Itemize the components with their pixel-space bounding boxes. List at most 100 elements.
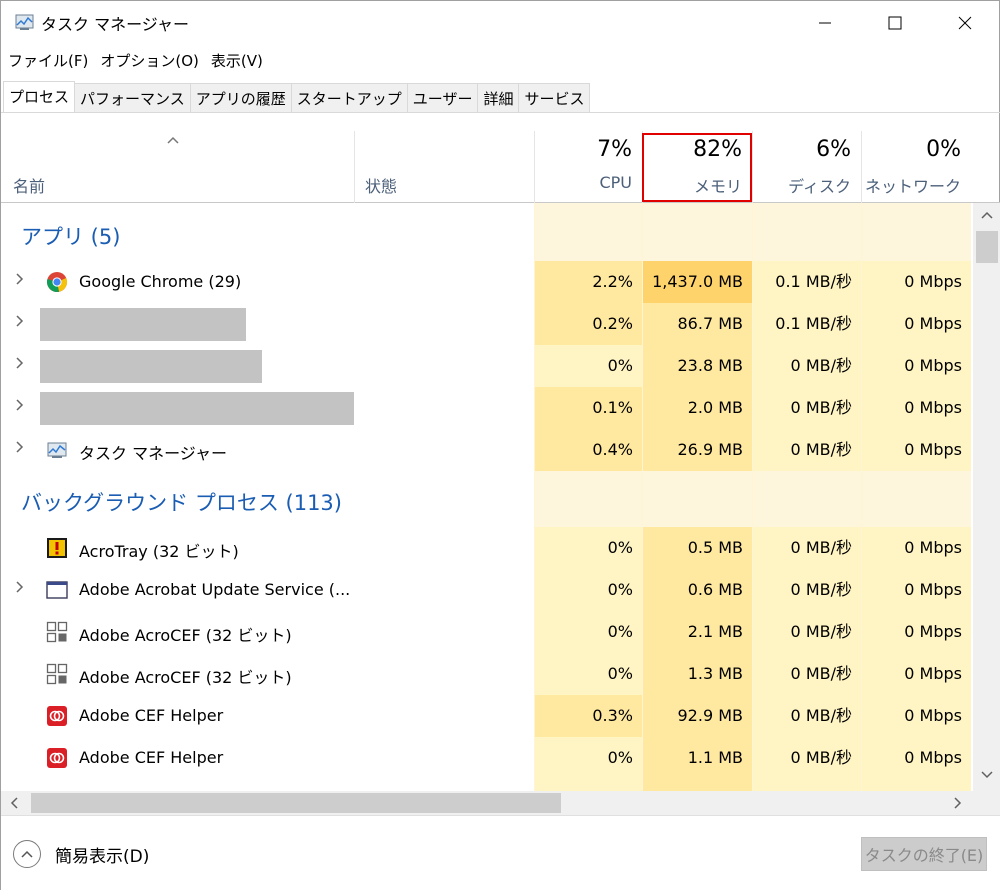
cpu-cell: 0% — [534, 611, 642, 653]
cpu-cell: 0% — [534, 527, 642, 569]
memory-cell: 1.1 MB — [642, 737, 752, 779]
network-cell: 0 Mbps — [861, 303, 971, 345]
scroll-down-icon[interactable] — [981, 769, 993, 783]
tab-app-history[interactable]: アプリの履歴 — [190, 83, 292, 113]
network-cell: 0 Mbps — [861, 611, 971, 653]
cpu-cell: 0% — [534, 345, 642, 387]
network-cell: 0 Mbps — [861, 261, 971, 303]
chevron-right-icon[interactable] — [15, 272, 25, 290]
chevron-right-icon[interactable] — [15, 314, 25, 332]
header-disk-pct: 6% — [816, 137, 851, 162]
memory-cell: 1.3 MB — [642, 653, 752, 695]
header-disk-label: ディスク — [788, 177, 851, 196]
header-network[interactable]: 0% ネットワーク — [861, 131, 971, 203]
process-name: Google Chrome (29) — [79, 272, 242, 291]
table-row[interactable]: 0.1% 2.0 MB 0 MB/秒 0 Mbps — [1, 387, 973, 429]
scroll-left-icon[interactable] — [9, 797, 19, 812]
header-cpu-pct: 7% — [597, 137, 632, 162]
chevron-right-icon[interactable] — [15, 580, 25, 598]
task-manager-icon — [46, 439, 68, 461]
vertical-scroll-thumb[interactable] — [976, 231, 998, 263]
tab-processes[interactable]: プロセス — [3, 81, 76, 113]
group-title-background: バックグラウンド プロセス (113) — [21, 491, 342, 515]
disk-cell: 0 MB/秒 — [752, 429, 861, 471]
disk-cell: 0 MB/秒 — [752, 611, 861, 653]
scroll-up-icon[interactable] — [981, 209, 993, 223]
network-cell: 0 Mbps — [861, 429, 971, 471]
disk-cell: 0 MB/秒 — [752, 345, 861, 387]
footer: 簡易表示(D) タスクの終了(E) — [1, 815, 1000, 890]
fewer-details-label: 簡易表示(D) — [55, 846, 150, 867]
adobe-cc-icon — [46, 747, 68, 769]
disk-cell: 0 MB/秒 — [752, 695, 861, 737]
tab-details[interactable]: 詳細 — [478, 83, 520, 113]
network-cell: 0 Mbps — [861, 695, 971, 737]
tab-users[interactable]: ユーザー — [407, 83, 479, 113]
scroll-right-icon[interactable] — [953, 797, 963, 812]
close-button[interactable] — [931, 1, 999, 45]
vertical-scrollbar[interactable] — [973, 203, 1000, 791]
memory-cell: 86.7 MB — [642, 303, 752, 345]
chevron-right-icon[interactable] — [15, 398, 25, 416]
acrocef-icon — [46, 621, 68, 643]
network-cell: 0 Mbps — [861, 387, 971, 429]
process-name: Adobe Acrobat Update Service (... — [79, 580, 351, 599]
cpu-cell: 0.4% — [534, 429, 642, 471]
table-row[interactable]: Adobe AcroCEF (32 ビット) 0% 1.3 MB 0 MB/秒 … — [1, 653, 973, 695]
header-disk[interactable]: 6% ディスク — [752, 131, 861, 203]
chrome-icon — [46, 271, 68, 293]
sort-arrow-icon — [166, 133, 180, 149]
disk-cell: 0.1 MB/秒 — [752, 303, 861, 345]
adobe-cc-icon — [46, 705, 68, 727]
tab-performance[interactable]: パフォーマンス — [75, 83, 191, 113]
maximize-button[interactable] — [861, 1, 929, 45]
header-cpu-label: CPU — [599, 173, 632, 192]
end-task-button[interactable]: タスクの終了(E) — [861, 837, 987, 871]
table-row[interactable]: Adobe AcroCEF (32 ビット) 0% 2.1 MB 0 MB/秒 … — [1, 611, 973, 653]
horizontal-scroll-thumb[interactable] — [31, 793, 561, 813]
horizontal-scrollbar[interactable] — [1, 791, 973, 815]
table-row[interactable]: Adobe Acrobat Update Service (... 0% 0.6… — [1, 569, 973, 611]
chevron-right-icon[interactable] — [15, 356, 25, 374]
memory-cell: 0.5 MB — [642, 527, 752, 569]
process-name: Adobe AcroCEF (32 ビット) — [79, 668, 292, 687]
scrollbar-corner — [973, 791, 1000, 815]
service-window-icon — [46, 579, 68, 601]
menu-options[interactable]: オプション(O) — [93, 49, 204, 73]
disk-cell: 0 MB/秒 — [752, 387, 861, 429]
tab-startup[interactable]: スタートアップ — [291, 83, 408, 113]
table-row[interactable]: 0% 23.8 MB 0 MB/秒 0 Mbps — [1, 345, 973, 387]
table-row[interactable]: Adobe CEF Helper 0.3% 92.9 MB 0 MB/秒 0 M… — [1, 695, 973, 737]
process-list: アプリ (5) Google Chrome (29) 2.2% 1,437.0 … — [1, 203, 973, 791]
table-row[interactable]: Google Chrome (29) 2.2% 1,437.0 MB 0.1 M… — [1, 261, 973, 303]
minimize-button[interactable] — [791, 1, 859, 45]
header-cpu[interactable]: 7% CPU — [534, 131, 642, 203]
cpu-cell: 0.2% — [534, 303, 642, 345]
cpu-cell: 0% — [534, 653, 642, 695]
process-name: Adobe CEF Helper — [79, 706, 224, 725]
menu-file[interactable]: ファイル(F) — [1, 49, 93, 73]
acrocef-icon — [46, 663, 68, 685]
table-row[interactable]: タスク マネージャー 0.4% 26.9 MB 0 MB/秒 0 Mbps — [1, 429, 973, 471]
disk-cell: 0 MB/秒 — [752, 653, 861, 695]
network-cell: 0 Mbps — [861, 737, 971, 779]
redacted-name — [40, 350, 262, 383]
menu-view[interactable]: 表示(V) — [204, 49, 268, 73]
tab-services[interactable]: サービス — [519, 83, 591, 113]
memory-cell: 26.9 MB — [642, 429, 752, 471]
network-cell: 0 Mbps — [861, 569, 971, 611]
chevron-right-icon[interactable] — [15, 440, 25, 458]
header-status-col[interactable]: 状態 — [354, 131, 534, 203]
disk-cell: 0 MB/秒 — [752, 569, 861, 611]
table-row[interactable]: 0.2% 86.7 MB 0.1 MB/秒 0 Mbps — [1, 303, 973, 345]
header-name[interactable]: 名前 — [13, 173, 45, 197]
network-cell: 0 Mbps — [861, 527, 971, 569]
cpu-cell: 0% — [534, 737, 642, 779]
title-bar[interactable]: タスク マネージャー — [1, 1, 1000, 45]
table-row[interactable]: Adobe CEF Helper 0% 1.1 MB 0 MB/秒 0 Mbps — [1, 737, 973, 779]
fewer-details-button[interactable]: 簡易表示(D) — [13, 840, 149, 868]
table-row[interactable]: AcroTray (32 ビット) 0% 0.5 MB 0 MB/秒 0 Mbp… — [1, 527, 973, 569]
redacted-name — [40, 308, 246, 341]
network-cell: 0 Mbps — [861, 653, 971, 695]
memory-cell: 2.0 MB — [642, 387, 752, 429]
